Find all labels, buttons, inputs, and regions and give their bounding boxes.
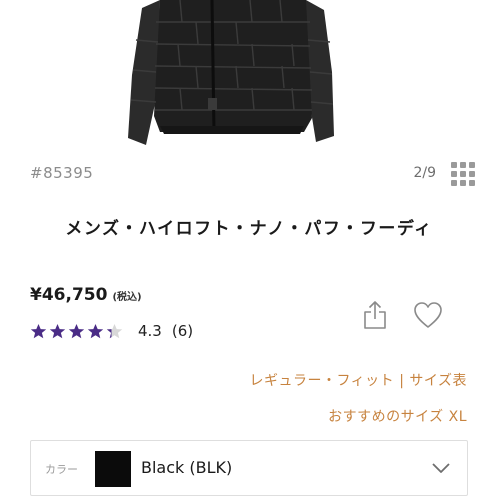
product-image[interactable] — [0, 0, 498, 150]
fit-link[interactable]: レギュラー・フィット — [249, 373, 394, 389]
price-row: ¥46,750 (税込) — [30, 285, 142, 309]
color-label: カラー — [45, 463, 78, 476]
star-icon — [106, 323, 123, 338]
color-value: Black (BLK) — [141, 458, 233, 477]
product-price: ¥46,750 — [30, 285, 108, 305]
share-icon[interactable] — [362, 300, 388, 330]
grid-icon[interactable] — [451, 162, 475, 186]
fit-row: レギュラー・フィット | サイズ表 — [249, 370, 467, 390]
star-icon — [49, 323, 66, 338]
star-icon — [68, 323, 85, 338]
rating-value: 4.3 — [138, 322, 162, 340]
star-icon — [87, 323, 104, 338]
recommended-size-link[interactable]: おすすめのサイズ XL — [328, 406, 467, 426]
product-id: #85395 — [30, 164, 94, 182]
product-title: メンズ・ハイロフト・ナノ・パフ・フーディ — [65, 219, 433, 239]
jacket-image — [128, 0, 334, 145]
color-select[interactable]: カラー Black (BLK) — [30, 440, 468, 496]
tax-note: (税込) — [112, 292, 142, 303]
rating-count[interactable]: (6) — [172, 322, 193, 340]
rating-row[interactable]: 4.3 (6) — [30, 320, 193, 342]
chevron-down-icon[interactable] — [431, 461, 451, 475]
color-swatch — [95, 451, 131, 487]
product-meta-row: #85395 2/9 — [30, 162, 478, 186]
fit-separator: | — [399, 373, 405, 389]
star-icon — [30, 323, 47, 338]
heart-icon[interactable] — [413, 301, 443, 329]
rating-stars — [30, 323, 123, 340]
gallery-counter: 2/9 — [413, 165, 436, 181]
size-chart-link[interactable]: サイズ表 — [409, 373, 467, 389]
